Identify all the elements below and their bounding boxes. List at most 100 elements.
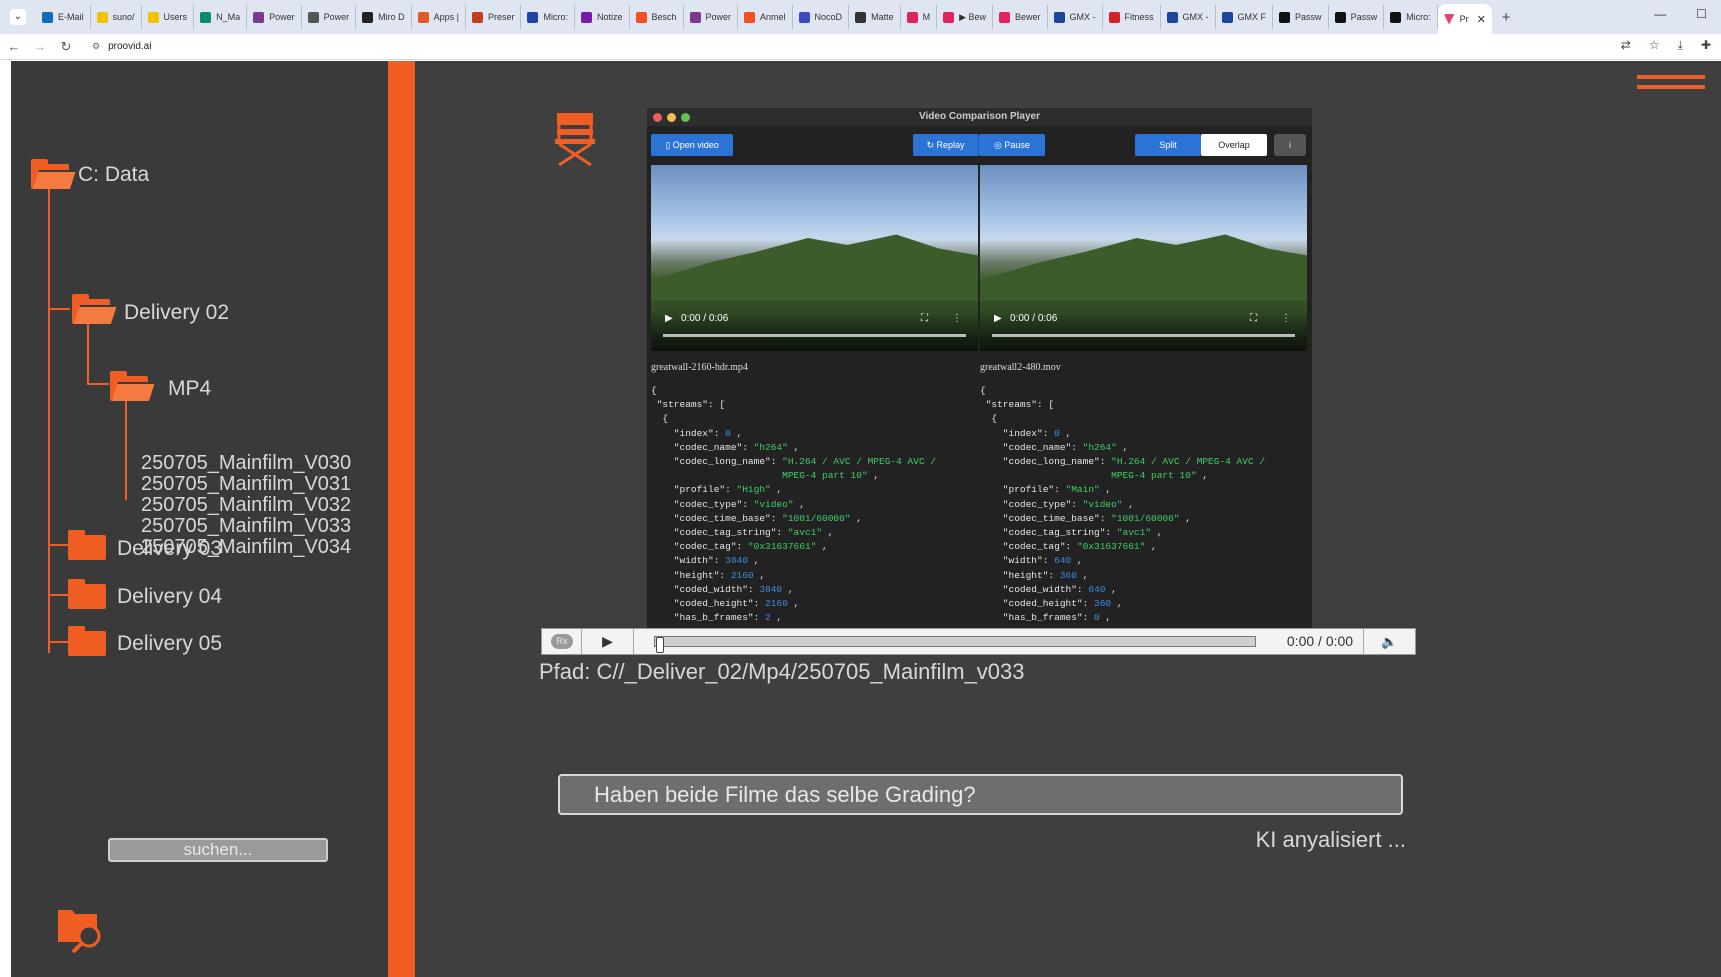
browser-tab[interactable]: Users bbox=[142, 5, 195, 29]
zoom-dot-icon[interactable] bbox=[681, 113, 690, 122]
play-icon[interactable]: ▶ bbox=[582, 629, 634, 654]
folder-closed-icon[interactable] bbox=[68, 626, 110, 656]
split-button[interactable]: Split bbox=[1135, 134, 1201, 156]
browser-tab[interactable]: Micro: bbox=[521, 5, 575, 29]
forward-icon[interactable]: → bbox=[28, 39, 52, 54]
volume-icon[interactable]: 🔈 bbox=[1363, 629, 1415, 654]
rx-button[interactable]: Rx bbox=[542, 629, 582, 654]
browser-tab[interactable]: GMX - bbox=[1161, 5, 1216, 29]
bookmark-star-icon[interactable]: ☆ bbox=[1649, 38, 1660, 53]
site-info-icon[interactable]: ⚙ bbox=[92, 41, 100, 52]
open-video-button[interactable]: ▯ Open video bbox=[651, 134, 733, 156]
tab-favicon-icon bbox=[943, 11, 955, 23]
folder-search-icon[interactable] bbox=[56, 904, 106, 959]
sidebar-divider[interactable] bbox=[388, 61, 415, 977]
overlap-button[interactable]: Overlap bbox=[1201, 134, 1267, 156]
browser-tab[interactable]: Passw bbox=[1273, 5, 1329, 29]
video-left-progress[interactable] bbox=[663, 334, 966, 337]
tab-favicon-icon bbox=[1166, 11, 1178, 23]
folder-delivery03-label[interactable]: Delivery 03 bbox=[117, 537, 222, 561]
menu-icon[interactable] bbox=[1637, 75, 1705, 95]
folder-delivery04-label[interactable]: Delivery 04 bbox=[117, 585, 222, 609]
file-item[interactable]: 250705_Mainfilm_V033 bbox=[141, 516, 351, 537]
info-button[interactable]: i bbox=[1274, 134, 1306, 156]
tab-label: Micro: bbox=[1406, 12, 1431, 22]
folder-delivery05-label[interactable]: Delivery 05 bbox=[117, 632, 222, 656]
tree-line-mp4-child bbox=[125, 396, 127, 500]
folder-open-icon[interactable] bbox=[31, 159, 77, 189]
left-filename: greatwall-2160-hdr.mp4 bbox=[651, 362, 748, 373]
browser-tab[interactable]: E-Mail bbox=[36, 5, 91, 29]
back-icon[interactable]: ← bbox=[2, 39, 26, 54]
folder-open-icon[interactable] bbox=[72, 294, 118, 324]
browser-tab[interactable]: Passw bbox=[1329, 5, 1385, 29]
file-item[interactable]: 250705_Mainfilm_V030 bbox=[141, 453, 351, 474]
browser-tab[interactable]: Power bbox=[684, 5, 739, 29]
folder-delivery02-label[interactable]: Delivery 02 bbox=[124, 301, 229, 325]
download-icon[interactable]: ⤓ bbox=[1678, 38, 1683, 53]
file-item[interactable]: 250705_Mainfilm_V031 bbox=[141, 474, 351, 495]
reload-icon[interactable]: ↻ bbox=[54, 39, 78, 55]
browser-tab[interactable]: suno/ bbox=[91, 5, 142, 29]
browser-tab[interactable]: Miro D bbox=[356, 5, 412, 29]
more-options-icon[interactable]: ⋮ bbox=[952, 313, 962, 324]
browser-tab[interactable]: Anmel bbox=[738, 5, 793, 29]
replay-button[interactable]: ↻ Replay bbox=[913, 134, 979, 156]
close-tab-icon[interactable]: ✕ bbox=[1477, 13, 1486, 26]
video-left[interactable]: ▶ 0:00 / 0:06 ⛶ ⋮ bbox=[651, 165, 978, 351]
tree-line-d03 bbox=[48, 544, 68, 546]
browser-tab[interactable]: Power bbox=[247, 5, 302, 29]
browser-tab[interactable]: Bewer bbox=[993, 5, 1048, 29]
tab-label: Miro D bbox=[378, 12, 405, 22]
fullscreen-icon[interactable]: ⛶ bbox=[1250, 313, 1257, 324]
close-dot-icon[interactable] bbox=[653, 113, 662, 122]
browser-tab[interactable]: GMX F bbox=[1216, 5, 1274, 29]
browser-tab[interactable]: Power bbox=[302, 5, 357, 29]
fullscreen-icon[interactable]: ⛶ bbox=[921, 313, 928, 324]
new-tab-button[interactable]: + bbox=[1502, 9, 1511, 26]
file-path: Pfad: C//_Deliver_02/Mp4/250705_Mainfilm… bbox=[539, 659, 1025, 684]
tree-line-d05 bbox=[48, 641, 68, 643]
tab-label: N_Ma bbox=[216, 12, 241, 22]
browser-tab[interactable]: Micro: bbox=[1384, 5, 1438, 29]
browser-tab[interactable]: Fitness bbox=[1103, 5, 1161, 29]
browser-tab[interactable]: NocoD bbox=[793, 5, 850, 29]
tab-favicon-icon bbox=[147, 11, 159, 23]
browser-tab[interactable]: GMX - bbox=[1048, 5, 1103, 29]
extension-icon[interactable]: ✚ bbox=[1701, 38, 1711, 53]
video-right[interactable]: ▶ 0:00 / 0:06 ⛶ ⋮ bbox=[980, 165, 1307, 351]
question-input[interactable]: Haben beide Filme das selbe Grading? bbox=[558, 774, 1403, 815]
browser-tab[interactable]: Besch bbox=[630, 5, 684, 29]
folder-open-icon[interactable] bbox=[110, 371, 156, 401]
folder-mp4-label[interactable]: MP4 bbox=[168, 377, 211, 401]
tab-label: Bewer bbox=[1015, 12, 1041, 22]
folder-root-label[interactable]: C: Data bbox=[78, 163, 149, 187]
browser-tab[interactable]: ▶ Bew bbox=[937, 5, 994, 29]
seek-bar[interactable] bbox=[654, 636, 1256, 647]
translate-icon[interactable]: ⇄ bbox=[1621, 38, 1631, 53]
video-right-progress[interactable] bbox=[992, 334, 1295, 337]
url-field[interactable]: ⚙ proovid.ai bbox=[92, 41, 151, 52]
search-input[interactable]: suchen... bbox=[108, 838, 328, 862]
tab-favicon-icon bbox=[527, 11, 539, 23]
file-item[interactable]: 250705_Mainfilm_V032 bbox=[141, 495, 351, 516]
browser-tab[interactable]: Apps | bbox=[412, 5, 466, 29]
folder-closed-icon[interactable] bbox=[68, 530, 110, 560]
tab-label: Micro: bbox=[543, 12, 568, 22]
folder-closed-icon[interactable] bbox=[68, 579, 110, 609]
tab-label: GMX - bbox=[1182, 12, 1209, 22]
minimize-icon[interactable]: — bbox=[1654, 7, 1666, 21]
seek-handle[interactable] bbox=[656, 637, 664, 653]
browser-tab[interactable]: M bbox=[901, 5, 938, 29]
minimize-dot-icon[interactable] bbox=[667, 113, 676, 122]
browser-tab[interactable]: Notize bbox=[575, 5, 630, 29]
more-options-icon[interactable]: ⋮ bbox=[1281, 313, 1291, 324]
proovid-favicon bbox=[1443, 13, 1455, 25]
tab-search-button[interactable]: ⌄ bbox=[10, 9, 26, 25]
maximize-icon[interactable]: ☐ bbox=[1696, 7, 1707, 21]
tab-active[interactable]: Pr ✕ bbox=[1437, 4, 1492, 34]
browser-tab[interactable]: Matte bbox=[849, 5, 901, 29]
browser-tab[interactable]: Preser bbox=[466, 5, 522, 29]
pause-button[interactable]: ◎ Pause bbox=[979, 134, 1045, 156]
browser-tab[interactable]: N_Ma bbox=[194, 5, 248, 29]
